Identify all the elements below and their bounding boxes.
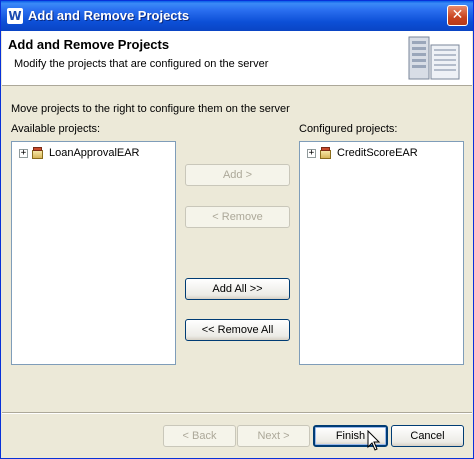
server-icon — [408, 36, 460, 80]
expand-icon[interactable]: + — [307, 148, 316, 158]
remove-button[interactable]: < Remove — [185, 206, 290, 228]
available-projects-list[interactable]: + LoanApprovalEAR — [11, 141, 176, 365]
ear-project-icon — [319, 146, 332, 160]
wizard-banner: Add and Remove Projects Modify the proje… — [2, 31, 472, 86]
dialog-window: W Add and Remove Projects ✕ Add and Remo… — [0, 0, 474, 459]
remove-all-button[interactable]: << Remove All — [185, 319, 290, 341]
instruction-text: Move projects to the right to configure … — [11, 103, 290, 115]
tree-item-loanapprovalear[interactable]: + LoanApprovalEAR — [19, 146, 140, 160]
tree-item-label: CreditScoreEAR — [337, 147, 418, 159]
add-button[interactable]: Add > — [185, 164, 290, 186]
close-button[interactable]: ✕ — [447, 5, 468, 26]
app-icon: W — [7, 8, 23, 24]
window-title: Add and Remove Projects — [28, 8, 190, 23]
ear-project-icon — [31, 146, 44, 160]
add-all-button[interactable]: Add All >> — [185, 278, 290, 300]
configured-projects-list[interactable]: + CreditScoreEAR — [299, 141, 464, 365]
configured-projects-label: Configured projects: — [299, 123, 398, 135]
banner-title: Add and Remove Projects — [8, 37, 170, 52]
banner-description: Modify the projects that are configured … — [14, 58, 269, 70]
back-button[interactable]: < Back — [163, 425, 236, 447]
available-projects-label: Available projects: — [11, 123, 101, 135]
tree-item-label: LoanApprovalEAR — [49, 147, 140, 159]
mouse-pointer-icon — [367, 430, 381, 451]
next-button[interactable]: Next > — [237, 425, 310, 447]
close-icon: ✕ — [451, 7, 464, 23]
expand-icon[interactable]: + — [19, 148, 28, 158]
cancel-button[interactable]: Cancel — [391, 425, 464, 447]
title-bar[interactable]: W Add and Remove Projects ✕ — [1, 1, 473, 31]
footer-separator — [2, 412, 472, 414]
tree-item-creditscoreear[interactable]: + CreditScoreEAR — [307, 146, 418, 160]
